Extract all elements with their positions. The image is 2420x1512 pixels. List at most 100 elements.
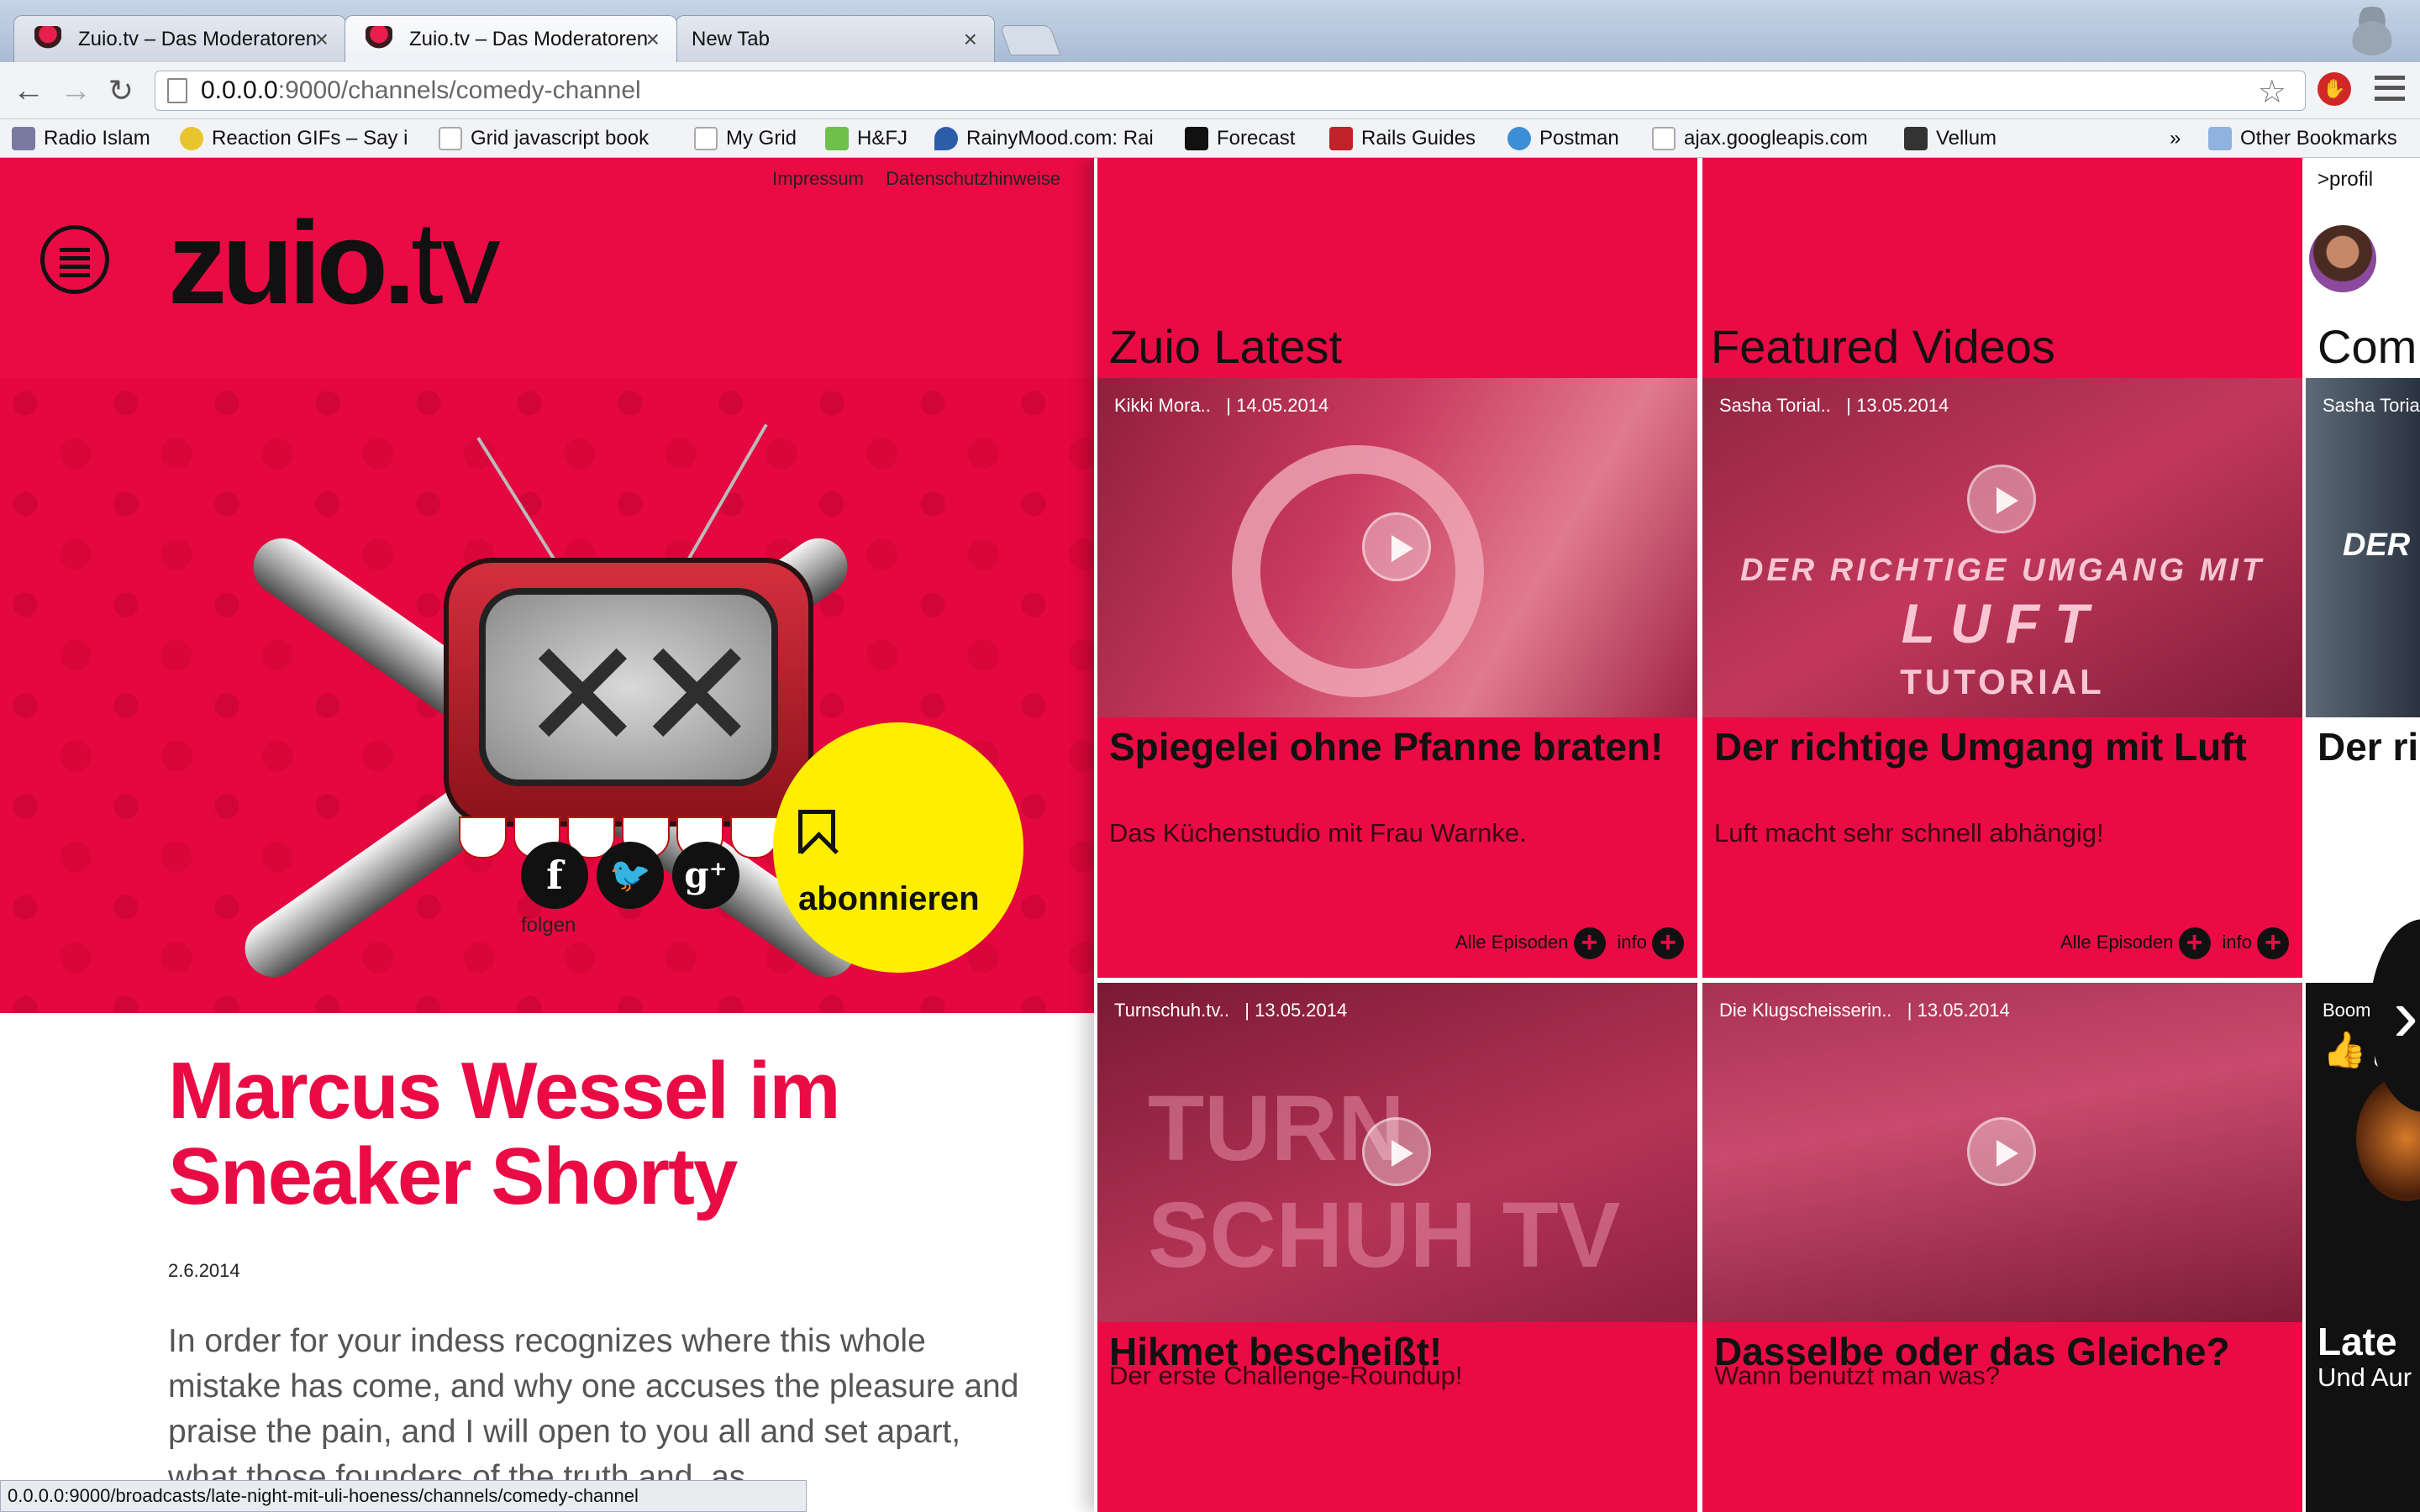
bookmark-my-grid[interactable]: My Grid [694, 119, 829, 158]
video-thumbnail[interactable]: Kikki Mora.. | 14.05.2014 [1097, 378, 1697, 717]
play-icon[interactable] [1967, 1117, 2036, 1186]
bookmark-label: My Grid [726, 127, 797, 150]
impressum-link[interactable]: Impressum [772, 168, 864, 189]
video-card[interactable]: Sasha Torial.. | 13.05.2014 DER RICHTIGE… [1702, 378, 2302, 978]
subscribe-button[interactable]: abonnieren [773, 722, 1023, 973]
thumbs-up-icon[interactable]: 👍 [2323, 1030, 2366, 1071]
video-thumbnail[interactable]: Turnschuh.tv.. | 13.05.2014 TURN SCHUH T… [1097, 983, 1697, 1322]
tab-new-tab[interactable]: New Tab × [676, 15, 995, 62]
video-author: Die Klugscheisserin.. [1719, 1000, 1892, 1021]
menu-icon[interactable] [40, 225, 109, 294]
video-title[interactable]: Der ri [2317, 724, 2418, 769]
browser-toolbar: ← → ↻ 0.0.0.0:9000/channels/comedy-chann… [0, 62, 2420, 119]
tab-zuio-2[interactable]: Zuio.tv – Das Moderatoren × [345, 15, 677, 62]
bookmark-radio-islam[interactable]: Radio Islam [12, 119, 171, 158]
video-thumbnail[interactable]: Die Klugscheisserin.. | 13.05.2014 [1702, 983, 2302, 1322]
info-link[interactable]: info [1618, 932, 1647, 953]
bookmark-label: Radio Islam [44, 127, 150, 150]
globe-icon [1507, 127, 1531, 150]
video-card[interactable]: Die Klugscheisserin.. | 13.05.2014 Dasse… [1702, 983, 2302, 1512]
tab-close-icon[interactable]: × [315, 26, 329, 53]
video-thumbnail[interactable]: Sasha Torial.. | 13.05.2014 DER RICHTIGE… [1702, 378, 2302, 717]
bookmark-ajax-googleapis[interactable]: ajax.googleapis.com [1652, 119, 1876, 158]
bookmark-label: Vellum [1936, 127, 1997, 150]
logo-dot: . [382, 197, 416, 328]
bookmark-forecast[interactable]: Forecast [1185, 119, 1319, 158]
video-subtitle: Luft macht sehr schnell abhängig! [1714, 818, 2104, 848]
datenschutz-link[interactable]: Datenschutzhinweise [886, 168, 1060, 189]
extension-icon[interactable]: ✋ [2317, 72, 2351, 106]
facebook-icon[interactable]: f [521, 842, 588, 909]
all-episodes-link[interactable]: Alle Episoden [2060, 932, 2174, 953]
video-author: Turnschuh.tv.. [1114, 1000, 1229, 1021]
video-date: | 14.05.2014 [1226, 395, 1329, 416]
bookmarks-bar: Radio Islam Reaction GIFs – Say i Grid j… [0, 119, 2420, 158]
column-title: Com [2317, 320, 2417, 373]
thumbnail-overlay-text: TURN SCHUH TV [1148, 1077, 1621, 1287]
reload-icon[interactable]: ↻ [103, 74, 139, 108]
forecast-icon [1185, 127, 1208, 150]
channel-panel: Impressum Datenschutzhinweise zuio.tv ✕ … [0, 158, 1094, 1512]
x-eye-icon: ✕ [519, 612, 646, 780]
all-episodes-link[interactable]: Alle Episoden [1455, 932, 1569, 953]
rails-icon [1329, 127, 1353, 150]
address-path: :9000/channels/comedy-channel [277, 76, 641, 104]
browser-menu-icon[interactable] [2375, 76, 2405, 101]
bookmark-label: ajax.googleapis.com [1684, 127, 1868, 150]
other-bookmarks-folder[interactable]: Other Bookmarks [2208, 119, 2420, 158]
video-card[interactable]: Kikki Mora.. | 14.05.2014 Spiegelei ohne… [1097, 378, 1697, 978]
plus-icon[interactable]: + [1573, 927, 1606, 959]
video-subtitle: Der erste Challenge-Roundup! [1109, 1361, 1463, 1390]
video-thumbnail[interactable]: Sasha Toria DER [2306, 378, 2420, 717]
thumbnail-overlay-line: TUTORIAL [1900, 662, 2105, 701]
bookmark-vellum[interactable]: Vellum [1904, 119, 2030, 158]
back-arrow-icon[interactable]: ← [10, 74, 47, 108]
play-icon[interactable] [1362, 1117, 1431, 1186]
bookmark-grid-js[interactable]: Grid javascript book [439, 119, 666, 158]
bookmarks-overflow-button[interactable]: » [2170, 119, 2195, 158]
tab-label: Zuio.tv – Das Moderatoren [78, 28, 318, 50]
article-title: Marcus Wessel im Sneaker Shorty [168, 1046, 841, 1221]
bookmark-rails-guides[interactable]: Rails Guides [1329, 119, 1489, 158]
tab-label: New Tab [692, 28, 770, 50]
bookmark-rainymood[interactable]: RainyMood.com: Rai [934, 119, 1161, 158]
tab-close-icon[interactable]: × [646, 26, 660, 53]
plus-icon[interactable]: + [2178, 927, 2211, 959]
bookmark-star-icon[interactable]: ☆ [2258, 73, 2286, 111]
google-plus-icon[interactable]: g⁺ [672, 842, 739, 909]
profile-link[interactable]: >profil [2317, 168, 2373, 192]
info-link[interactable]: info [2223, 932, 2252, 953]
play-icon[interactable] [1967, 465, 2036, 534]
video-card[interactable]: Turnschuh.tv.. | 13.05.2014 TURN SCHUH T… [1097, 983, 1697, 1512]
video-title[interactable]: Der richtige Umgang mit Luft [1714, 724, 2284, 769]
logo-main: zuio [168, 197, 388, 328]
video-author: Kikki Mora.. [1114, 395, 1211, 416]
browser-tabstrip: Zuio.tv – Das Moderatoren × Zuio.tv – Da… [0, 0, 2420, 62]
video-title[interactable]: Spiegelei ohne Pfanne braten! [1109, 724, 1679, 769]
bookmark-postman[interactable]: Postman [1507, 119, 1634, 158]
zuio-logo[interactable]: zuio.tv [168, 195, 501, 331]
tab-zuio-1[interactable]: Zuio.tv – Das Moderatoren × [13, 15, 346, 62]
tab-close-icon[interactable]: × [964, 26, 977, 53]
folder-icon [2208, 127, 2232, 150]
video-subtitle: Und Aur [2317, 1362, 2412, 1392]
article-body: In order for your indess recognizes wher… [168, 1323, 1019, 1495]
address-bar[interactable]: 0.0.0.0:9000/channels/comedy-channel ☆ [155, 71, 2306, 111]
new-tab-button[interactable] [999, 25, 1061, 55]
twitter-icon[interactable]: 🐦 [597, 842, 664, 909]
bookmark-label: Postman [1539, 127, 1619, 150]
forward-arrow-icon[interactable]: → [57, 74, 94, 108]
play-icon[interactable] [1362, 512, 1431, 581]
raindrop-icon [934, 127, 958, 150]
avatar[interactable] [2309, 225, 2376, 292]
video-title[interactable]: Late [2317, 1319, 2397, 1364]
incognito-icon [2346, 7, 2398, 55]
plus-icon[interactable]: + [2257, 927, 2289, 959]
bookmark-reaction-gifs[interactable]: Reaction GIFs – Say i [180, 119, 412, 158]
vellum-icon [1904, 127, 1928, 150]
video-subtitle: Das Küchenstudio mit Frau Warnke. [1109, 818, 1527, 848]
bookmark-hfj[interactable]: H&FJ [825, 119, 934, 158]
plus-icon[interactable]: + [1652, 927, 1684, 959]
column-zuio-latest: Zuio Latest Kikki Mora.. | 14.05.2014 Sp… [1097, 158, 1697, 1512]
bookmark-label: Forecast [1217, 127, 1296, 150]
